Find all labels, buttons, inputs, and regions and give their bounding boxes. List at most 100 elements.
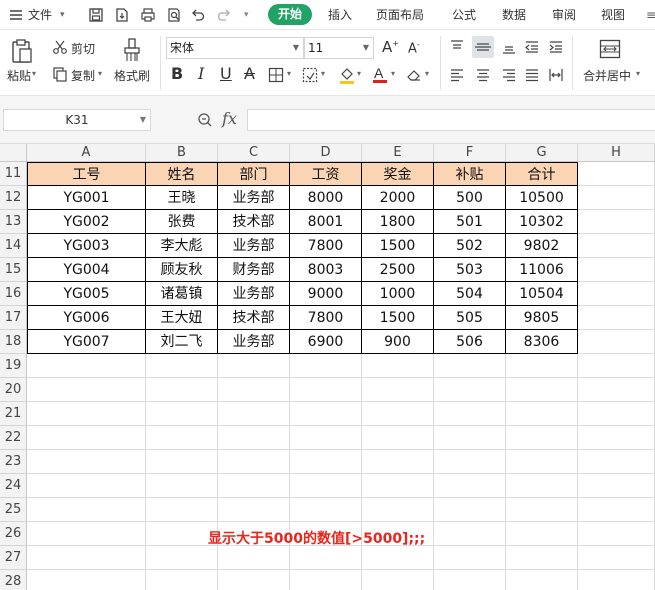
cell-b21[interactable] [146,402,218,426]
paste-chevron-icon[interactable]: ▾ [32,69,36,78]
cell-c21[interactable] [218,402,290,426]
cell-f13[interactable]: 501 [434,210,506,234]
cell-f24[interactable] [434,474,506,498]
row-header-27[interactable]: 27 [0,546,27,570]
cell-style-chevron-icon[interactable]: ▾ [321,69,325,78]
row-header-22[interactable]: 22 [0,426,27,450]
row-header-20[interactable]: 20 [0,378,27,402]
cell-h27[interactable] [578,546,655,570]
align-middle-icon[interactable] [472,36,494,58]
tab-review[interactable]: 审阅 [552,0,576,30]
column-header-b[interactable]: B [146,144,218,162]
bold-icon[interactable]: B [171,64,183,83]
cell-a20[interactable] [27,378,146,402]
cell-a12[interactable]: YG001 [27,186,146,210]
cell-h24[interactable] [578,474,655,498]
cell-f16[interactable]: 504 [434,282,506,306]
strikethrough-icon[interactable]: A [244,64,255,83]
cell-f17[interactable]: 505 [434,306,506,330]
cell-b15[interactable]: 顾友秋 [146,258,218,282]
cell-f28[interactable] [434,570,506,590]
cell-e20[interactable] [362,378,434,402]
align-bottom-icon[interactable] [501,39,517,58]
cell-e17[interactable]: 1500 [362,306,434,330]
cell-f25[interactable] [434,498,506,522]
fill-icon[interactable] [338,66,356,87]
print-preview-icon[interactable] [166,7,182,23]
cell-g22[interactable] [506,426,578,450]
cell-e19[interactable] [362,354,434,378]
ribbon-overflow-indicator[interactable]: ⋮ [650,67,655,81]
cell-a17[interactable]: YG006 [27,306,146,330]
cell-g16[interactable]: 10504 [506,282,578,306]
cell-c11[interactable]: 部门 [218,162,290,186]
cell-g15[interactable]: 11006 [506,258,578,282]
font-color-icon[interactable]: A [371,65,389,87]
column-header-c[interactable]: C [218,144,290,162]
cell-c13[interactable]: 技术部 [218,210,290,234]
font-name-select[interactable]: 宋体 ▼ [166,37,304,59]
select-all-corner[interactable] [0,144,27,162]
cell-e24[interactable] [362,474,434,498]
cell-e13[interactable]: 1800 [362,210,434,234]
cell-d23[interactable] [290,450,362,474]
cell-e16[interactable]: 1000 [362,282,434,306]
export-pdf-icon[interactable] [114,7,130,23]
cell-d22[interactable] [290,426,362,450]
cell-g19[interactable] [506,354,578,378]
cell-g13[interactable]: 10302 [506,210,578,234]
cell-b12[interactable]: 王晓 [146,186,218,210]
merge-chevron-icon[interactable]: ▾ [636,69,640,78]
cell-e28[interactable] [362,570,434,590]
row-header-26[interactable]: 26 [0,522,27,546]
increase-indent-icon[interactable] [548,39,564,58]
column-header-f[interactable]: F [434,144,506,162]
format-painter-icon[interactable] [121,38,143,65]
cell-b17[interactable]: 王大妞 [146,306,218,330]
cell-c18[interactable]: 业务部 [218,330,290,354]
formula-input[interactable] [247,109,655,131]
cell-f27[interactable] [434,546,506,570]
undo-icon[interactable] [190,7,206,23]
cell-g20[interactable] [506,378,578,402]
cell-d18[interactable]: 6900 [290,330,362,354]
font-size-select[interactable]: 11 ▼ [304,37,374,59]
cell-a18[interactable]: YG007 [27,330,146,354]
cell-h15[interactable] [578,258,655,282]
tab-overflow-indicator[interactable]: ≡ [646,0,655,30]
cell-b11[interactable]: 姓名 [146,162,218,186]
cell-h25[interactable] [578,498,655,522]
cell-d25[interactable] [290,498,362,522]
row-header-15[interactable]: 15 [0,258,27,282]
align-right-icon[interactable] [501,67,517,86]
row-header-12[interactable]: 12 [0,186,27,210]
cell-e23[interactable] [362,450,434,474]
cell-e22[interactable] [362,426,434,450]
decrease-indent-icon[interactable] [524,39,540,58]
paste-button[interactable]: 粘贴 [7,67,31,84]
cell-a14[interactable]: YG003 [27,234,146,258]
row-header-23[interactable]: 23 [0,450,27,474]
cell-g11[interactable]: 合计 [506,162,578,186]
cell-c24[interactable] [218,474,290,498]
row-header-17[interactable]: 17 [0,306,27,330]
font-color-chevron-icon[interactable]: ▾ [391,69,395,78]
column-header-d[interactable]: D [290,144,362,162]
cell-d20[interactable] [290,378,362,402]
cell-h26[interactable] [578,522,655,546]
hamburger-menu-icon[interactable] [8,7,24,23]
tab-home[interactable]: 开始 [268,4,312,25]
cell-d12[interactable]: 8000 [290,186,362,210]
format-painter-button[interactable]: 格式刷 [114,67,150,84]
cell-d27[interactable] [290,546,362,570]
cell-f23[interactable] [434,450,506,474]
cell-c27[interactable] [218,546,290,570]
column-header-e[interactable]: E [362,144,434,162]
cell-b22[interactable] [146,426,218,450]
align-top-icon[interactable] [449,39,465,58]
underline-icon[interactable]: U [220,64,232,83]
tab-view[interactable]: 视图 [601,0,625,30]
save-icon[interactable] [88,7,104,23]
tab-page-layout[interactable]: 页面布局 [376,0,424,30]
clear-icon[interactable] [406,67,422,86]
